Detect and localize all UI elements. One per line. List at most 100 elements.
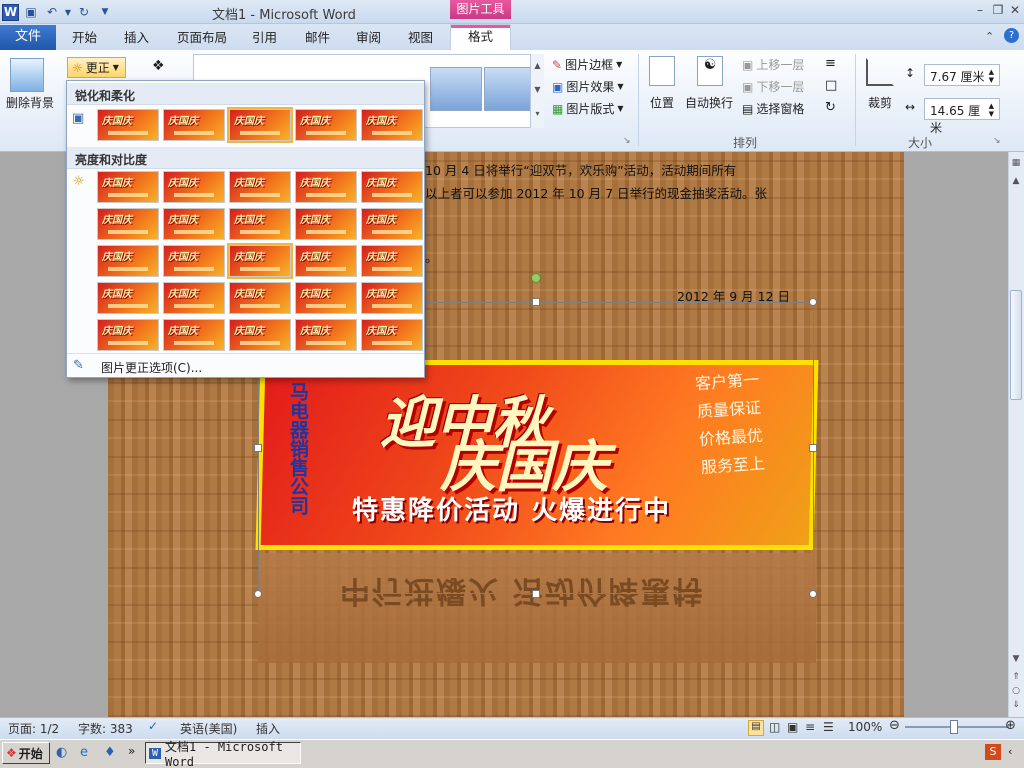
correction-preset[interactable]: 庆国庆	[295, 109, 357, 141]
full-screen-icon[interactable]: ◫	[769, 720, 780, 734]
height-field[interactable]: 7.67 厘米 ▲ ▼	[924, 64, 1000, 86]
correction-preset[interactable]: 庆国庆	[229, 171, 291, 203]
picture-correction-options-link[interactable]: 图片更正选项(C)...	[101, 359, 202, 376]
correction-preset[interactable]: 庆国庆	[97, 245, 159, 277]
undo-icon[interactable]: ↶	[43, 3, 61, 21]
redo-icon[interactable]: ↻	[75, 3, 93, 21]
correction-preset[interactable]: 庆国庆	[295, 319, 357, 351]
correction-preset[interactable]: 庆国庆	[229, 319, 291, 351]
tab-references[interactable]: 引用	[242, 27, 287, 50]
correction-preset[interactable]: 庆国庆	[361, 171, 423, 203]
align-icon[interactable]: ≡	[825, 56, 836, 71]
correction-preset[interactable]: 庆国庆	[295, 208, 357, 240]
picture-effects-button[interactable]: ▣ 图片效果 ▼	[552, 78, 624, 95]
crop-button[interactable]: 裁剪	[868, 94, 892, 111]
rotate-icon[interactable]: ↻	[825, 100, 836, 115]
correction-preset[interactable]: 庆国庆	[229, 208, 291, 240]
correction-preset[interactable]: 庆国庆	[163, 208, 225, 240]
dialog-launcher-icon[interactable]: ↘	[623, 136, 631, 146]
tab-insert[interactable]: 插入	[114, 27, 159, 50]
word-count[interactable]: 字数: 383	[78, 720, 133, 737]
language[interactable]: 英语(美国)	[180, 720, 237, 737]
correction-preset[interactable]: 庆国庆	[97, 319, 159, 351]
tab-format[interactable]: 格式	[450, 24, 511, 50]
tab-home[interactable]: 开始	[62, 27, 107, 50]
style-thumbnail[interactable]	[430, 67, 482, 111]
resize-handle[interactable]	[532, 590, 540, 598]
resize-handle[interactable]	[809, 298, 817, 306]
correction-preset[interactable]: 庆国庆	[163, 282, 225, 314]
restore-icon[interactable]: ❐	[990, 3, 1006, 19]
width-field[interactable]: 14.65 厘米 ▲ ▼	[924, 98, 1000, 135]
correction-preset[interactable]: 庆国庆	[361, 109, 423, 141]
draft-icon[interactable]: ☰	[823, 720, 834, 734]
tab-file[interactable]: 文件	[0, 25, 56, 50]
collapse-ribbon-icon[interactable]: ⌃	[985, 30, 994, 43]
scroll-down-icon[interactable]: ▼	[1010, 654, 1022, 666]
correction-preset[interactable]: 庆国庆	[229, 282, 291, 314]
close-icon[interactable]: ✕	[1007, 3, 1023, 19]
correction-preset[interactable]: 庆国庆	[361, 245, 423, 277]
group-icon[interactable]: □	[825, 78, 837, 93]
print-layout-icon[interactable]: ▤	[748, 720, 764, 736]
send-backward-button[interactable]: ▣ 下移一层	[742, 78, 804, 95]
remove-background-button[interactable]: 删除背景	[6, 94, 54, 111]
corrections-button[interactable]: ☼ 更正 ▼	[67, 57, 126, 78]
help-icon[interactable]: ?	[1004, 28, 1019, 43]
zoom-out-icon[interactable]: ⊖	[889, 718, 900, 733]
resize-handle[interactable]	[809, 444, 817, 452]
previous-page-icon[interactable]: ⇑	[1010, 672, 1022, 684]
correction-preset[interactable]: 庆国庆	[97, 171, 159, 203]
next-page-icon[interactable]: ⇓	[1010, 700, 1022, 712]
correction-preset[interactable]: 庆国庆	[361, 319, 423, 351]
correction-preset[interactable]: 庆国庆	[295, 171, 357, 203]
gallery-scroll[interactable]: ▲ ▼ ▾	[530, 54, 544, 128]
scroll-thumb[interactable]	[1010, 290, 1022, 400]
picture-layout-button[interactable]: ▦ 图片版式 ▼	[552, 100, 624, 117]
tab-mailings[interactable]: 邮件	[295, 27, 340, 50]
correction-preset[interactable]: 庆国庆	[361, 208, 423, 240]
page-count[interactable]: 页面: 1/2	[8, 720, 59, 737]
correction-preset[interactable]: 庆国庆	[163, 245, 225, 277]
proofing-icon[interactable]: ✓	[148, 719, 158, 733]
correction-preset[interactable]: 庆国庆	[227, 107, 293, 143]
correction-preset[interactable]: 庆国庆	[163, 109, 225, 141]
zoom-in-icon[interactable]: ⊕	[1005, 718, 1016, 733]
ie-icon[interactable]: e	[80, 745, 88, 760]
minimize-icon[interactable]: –	[972, 3, 988, 19]
size-dialog-launcher-icon[interactable]: ↘	[993, 136, 1001, 146]
undo-dropdown-icon[interactable]: ▼	[64, 3, 72, 21]
resize-handle[interactable]	[254, 590, 262, 598]
vertical-scrollbar[interactable]	[1008, 152, 1024, 717]
tab-review[interactable]: 审阅	[346, 27, 391, 50]
resize-handle[interactable]	[254, 444, 262, 452]
taskbar-word-item[interactable]: W 文档1 - Microsoft Word	[145, 740, 301, 768]
bring-forward-button[interactable]: ▣ 上移一层	[742, 56, 804, 73]
correction-preset[interactable]: 庆国庆	[97, 208, 159, 240]
correction-preset[interactable]: 庆国庆	[97, 109, 159, 141]
media-icon[interactable]: ♦	[104, 745, 116, 760]
insert-mode[interactable]: 插入	[256, 720, 280, 737]
ruler-toggle-icon[interactable]: ▦	[1010, 158, 1022, 170]
correction-preset[interactable]: 庆国庆	[163, 319, 225, 351]
correction-preset[interactable]: 庆国庆	[295, 245, 357, 277]
ime-icon[interactable]: S	[985, 744, 1001, 760]
web-layout-icon[interactable]: ▣	[787, 720, 798, 734]
wrap-text-button[interactable]: 自动换行	[685, 94, 733, 111]
compress-icon[interactable]: ❖	[152, 58, 165, 74]
tab-view[interactable]: 视图	[398, 27, 443, 50]
zoom-level[interactable]: 100%	[848, 720, 882, 734]
scroll-up-icon[interactable]: ▲	[1010, 176, 1022, 188]
quick-launch-icon[interactable]: ◐	[56, 745, 67, 760]
style-thumbnail[interactable]	[484, 67, 536, 111]
customize-qat-icon[interactable]: ▼	[96, 3, 114, 21]
resize-handle[interactable]	[809, 590, 817, 598]
selection-pane-button[interactable]: ▤ 选择窗格	[742, 100, 804, 117]
tab-page-layout[interactable]: 页面布局	[167, 27, 237, 50]
correction-preset[interactable]: 庆国庆	[295, 282, 357, 314]
picture-border-button[interactable]: ✎ 图片边框 ▼	[552, 56, 622, 73]
zoom-slider-thumb[interactable]	[950, 720, 958, 734]
tray-expand-icon[interactable]: ‹	[1008, 745, 1012, 758]
outline-icon[interactable]: ≡	[805, 720, 815, 734]
more-launch-icon[interactable]: »	[128, 744, 135, 758]
